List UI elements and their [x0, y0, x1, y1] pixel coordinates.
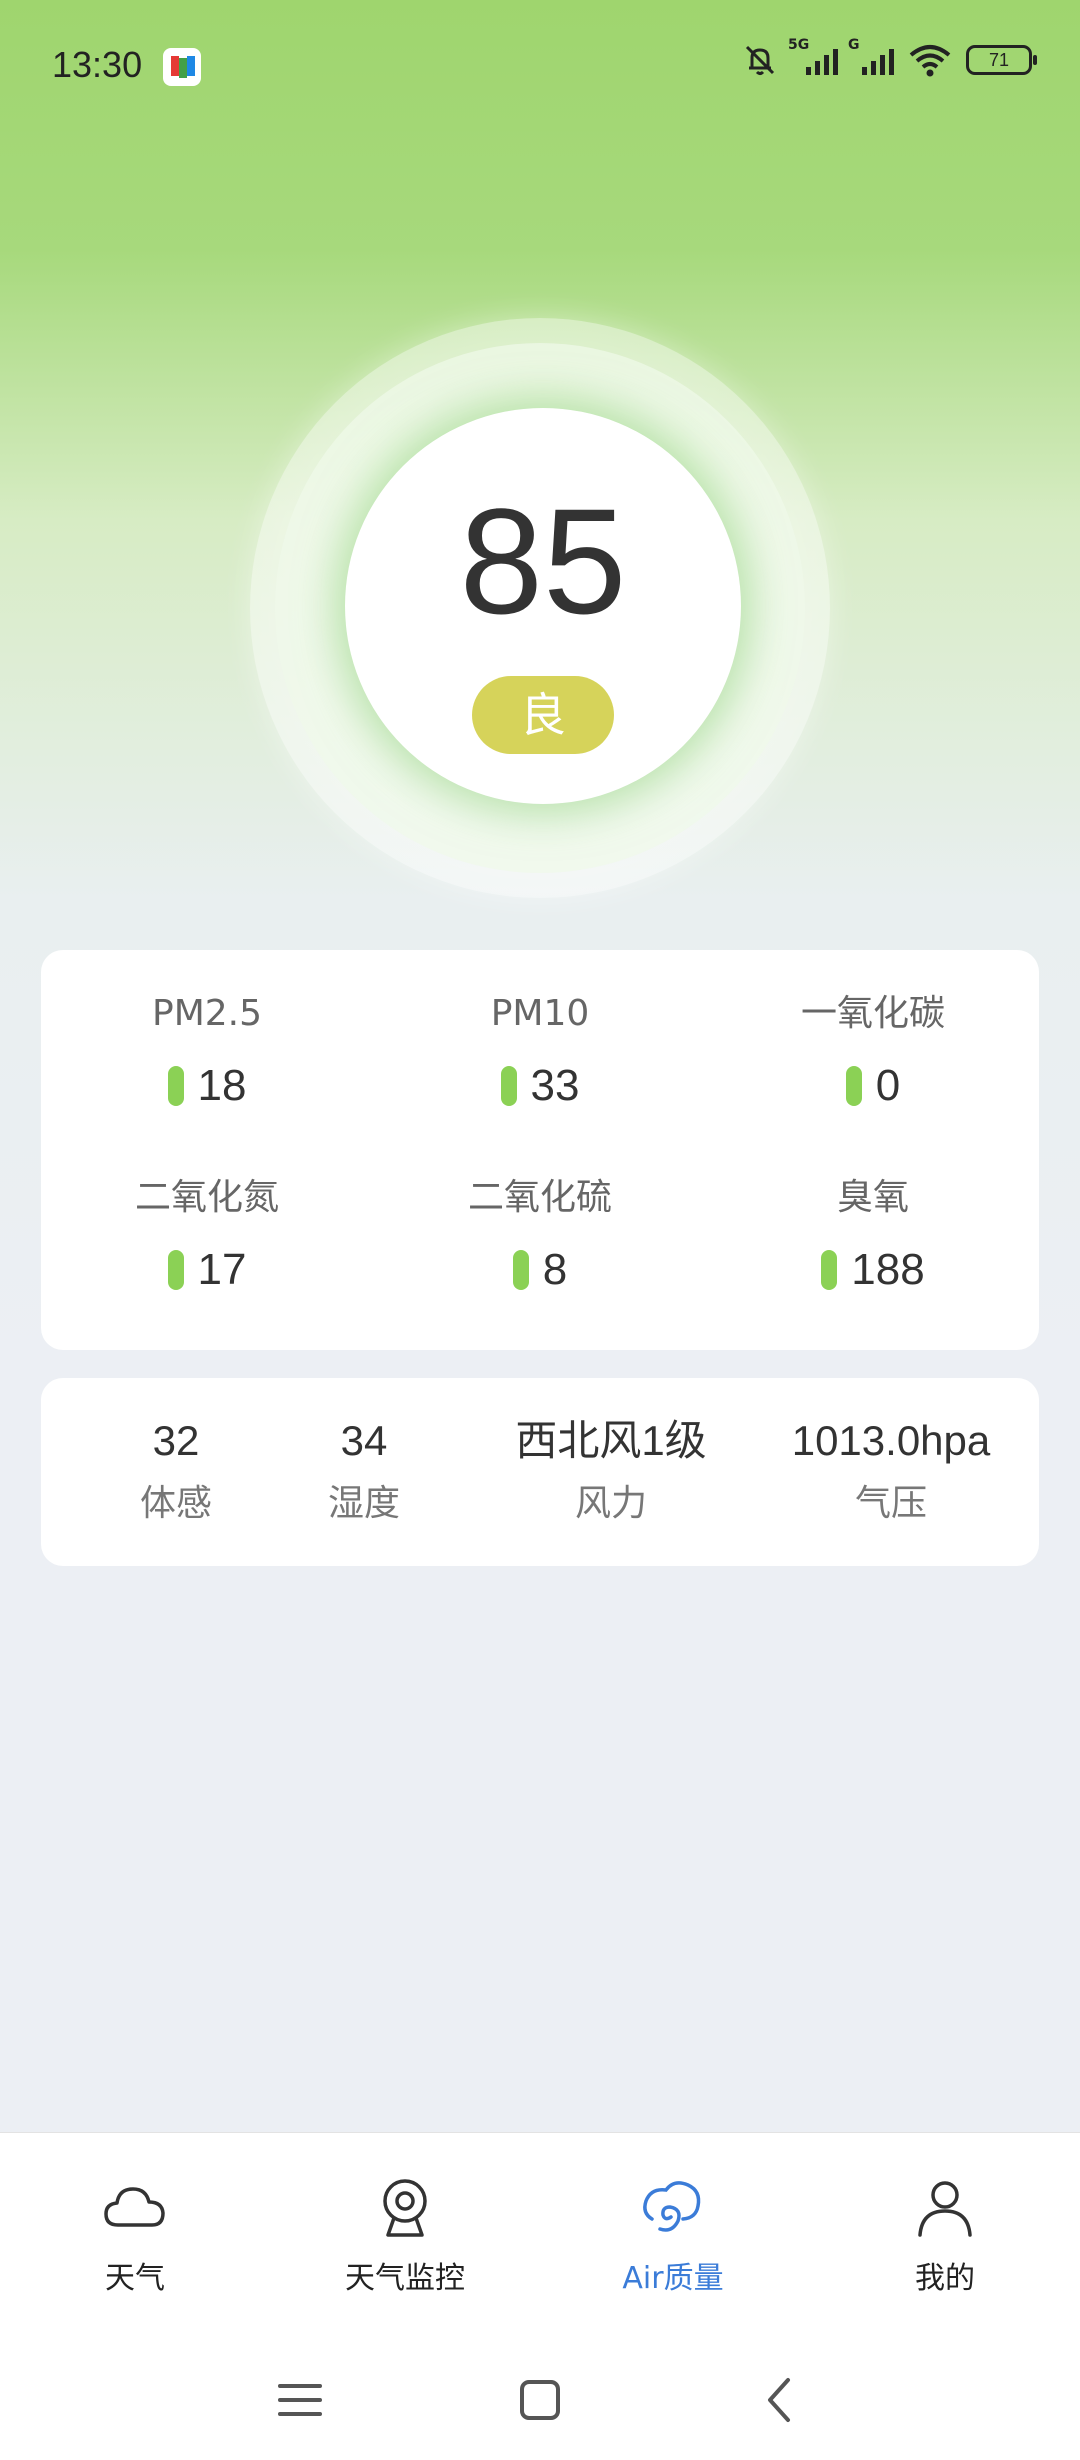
- aqi-value: 85: [459, 477, 627, 645]
- feels-like-item: 32 体感: [81, 1416, 271, 1526]
- nav-weather-monitor[interactable]: 天气监控: [305, 2173, 505, 2297]
- wind-item: 西北风1级 风力: [441, 1416, 781, 1526]
- status-bar: 13:30 5G G 71: [0, 0, 1080, 130]
- feels-like-label: 体感: [139, 1483, 212, 1524]
- pollutant-name: PM10: [490, 993, 590, 1034]
- pollutant-name: 一氧化碳: [800, 993, 945, 1034]
- pollutant-co: 一氧化碳 0: [707, 992, 1039, 1110]
- cloud-icon: [104, 2187, 165, 2227]
- pollutant-value: 8: [542, 1245, 568, 1294]
- status-time: 13:30: [52, 44, 143, 85]
- nav-weather-monitor-label: 天气监控: [345, 2261, 465, 2296]
- pollutant-o3: 臭氧 188: [707, 1176, 1039, 1294]
- wind-label: 风力: [574, 1483, 647, 1524]
- level-indicator: [845, 1066, 862, 1106]
- battery-icon: 71: [966, 45, 1037, 75]
- nav-profile-label: 我的: [915, 2261, 975, 2296]
- pollutant-value: 188: [851, 1245, 925, 1294]
- signal-g-icon: G: [848, 37, 894, 75]
- pollutant-so2: 二氧化硫 8: [374, 1176, 706, 1294]
- pollutant-name: 臭氧: [836, 1177, 909, 1218]
- level-indicator: [167, 1250, 184, 1290]
- pollutants-card: PM2.5 18 PM10 33 一氧化碳 0 二氧化氮 17 二氧化硫 8 臭…: [41, 950, 1039, 1350]
- signal-5g-label: 5G: [788, 37, 810, 53]
- level-indicator: [512, 1250, 529, 1290]
- wind-value: 西北风1级: [515, 1417, 707, 1464]
- pollutant-name: 二氧化氮: [134, 1177, 279, 1218]
- nav-weather-label: 天气: [105, 2261, 165, 2296]
- mute-bell-icon: [745, 45, 775, 75]
- nav-air-quality[interactable]: Air质量: [573, 2173, 773, 2297]
- signal-g-label: G: [848, 37, 860, 53]
- pollutant-value: 0: [875, 1061, 901, 1110]
- aqi-circle: 85 良: [345, 408, 741, 804]
- back-icon[interactable]: [750, 2370, 810, 2430]
- level-indicator: [167, 1066, 184, 1106]
- pressure-value: 1013.0hpa: [791, 1417, 991, 1464]
- pollutant-value: 17: [197, 1245, 247, 1294]
- pollutant-no2: 二氧化氮 17: [41, 1176, 373, 1294]
- webcam-icon: [383, 2179, 427, 2237]
- menu-icon[interactable]: [270, 2370, 330, 2430]
- system-navigation-bar: [0, 2370, 1080, 2430]
- status-icons: 5G G 71: [742, 37, 1037, 78]
- pollutant-name: 二氧化硫: [467, 1177, 612, 1218]
- pollutant-pm25: PM2.5 18: [41, 992, 373, 1110]
- feels-like-value: 32: [152, 1417, 200, 1464]
- app-notification-icon: [163, 48, 201, 86]
- weather-details-card: 32 体感 34 湿度 西北风1级 风力 1013.0hpa 气压: [41, 1378, 1039, 1566]
- level-indicator: [821, 1250, 838, 1290]
- nav-profile[interactable]: 我的: [845, 2173, 1045, 2297]
- home-icon[interactable]: [510, 2370, 570, 2430]
- pressure-label: 气压: [854, 1483, 927, 1524]
- air-quality-icon: [643, 2181, 701, 2232]
- level-indicator: [500, 1066, 517, 1106]
- pollutant-value: 33: [530, 1061, 580, 1110]
- aqi-level-badge: 良: [472, 676, 614, 754]
- pollutant-name: PM2.5: [151, 993, 263, 1034]
- pressure-item: 1013.0hpa 气压: [761, 1416, 1021, 1526]
- nav-weather[interactable]: 天气: [35, 2173, 235, 2297]
- nav-air-quality-label: Air质量: [622, 2261, 724, 2296]
- humidity-label: 湿度: [327, 1483, 400, 1524]
- person-icon: [918, 2181, 972, 2237]
- humidity-item: 34 湿度: [269, 1416, 459, 1526]
- humidity-value: 34: [340, 1417, 388, 1464]
- wifi-icon: [909, 45, 951, 77]
- pollutant-pm10: PM10 33: [374, 992, 706, 1110]
- pollutant-value: 18: [197, 1061, 247, 1110]
- signal-5g-icon: 5G: [788, 37, 838, 75]
